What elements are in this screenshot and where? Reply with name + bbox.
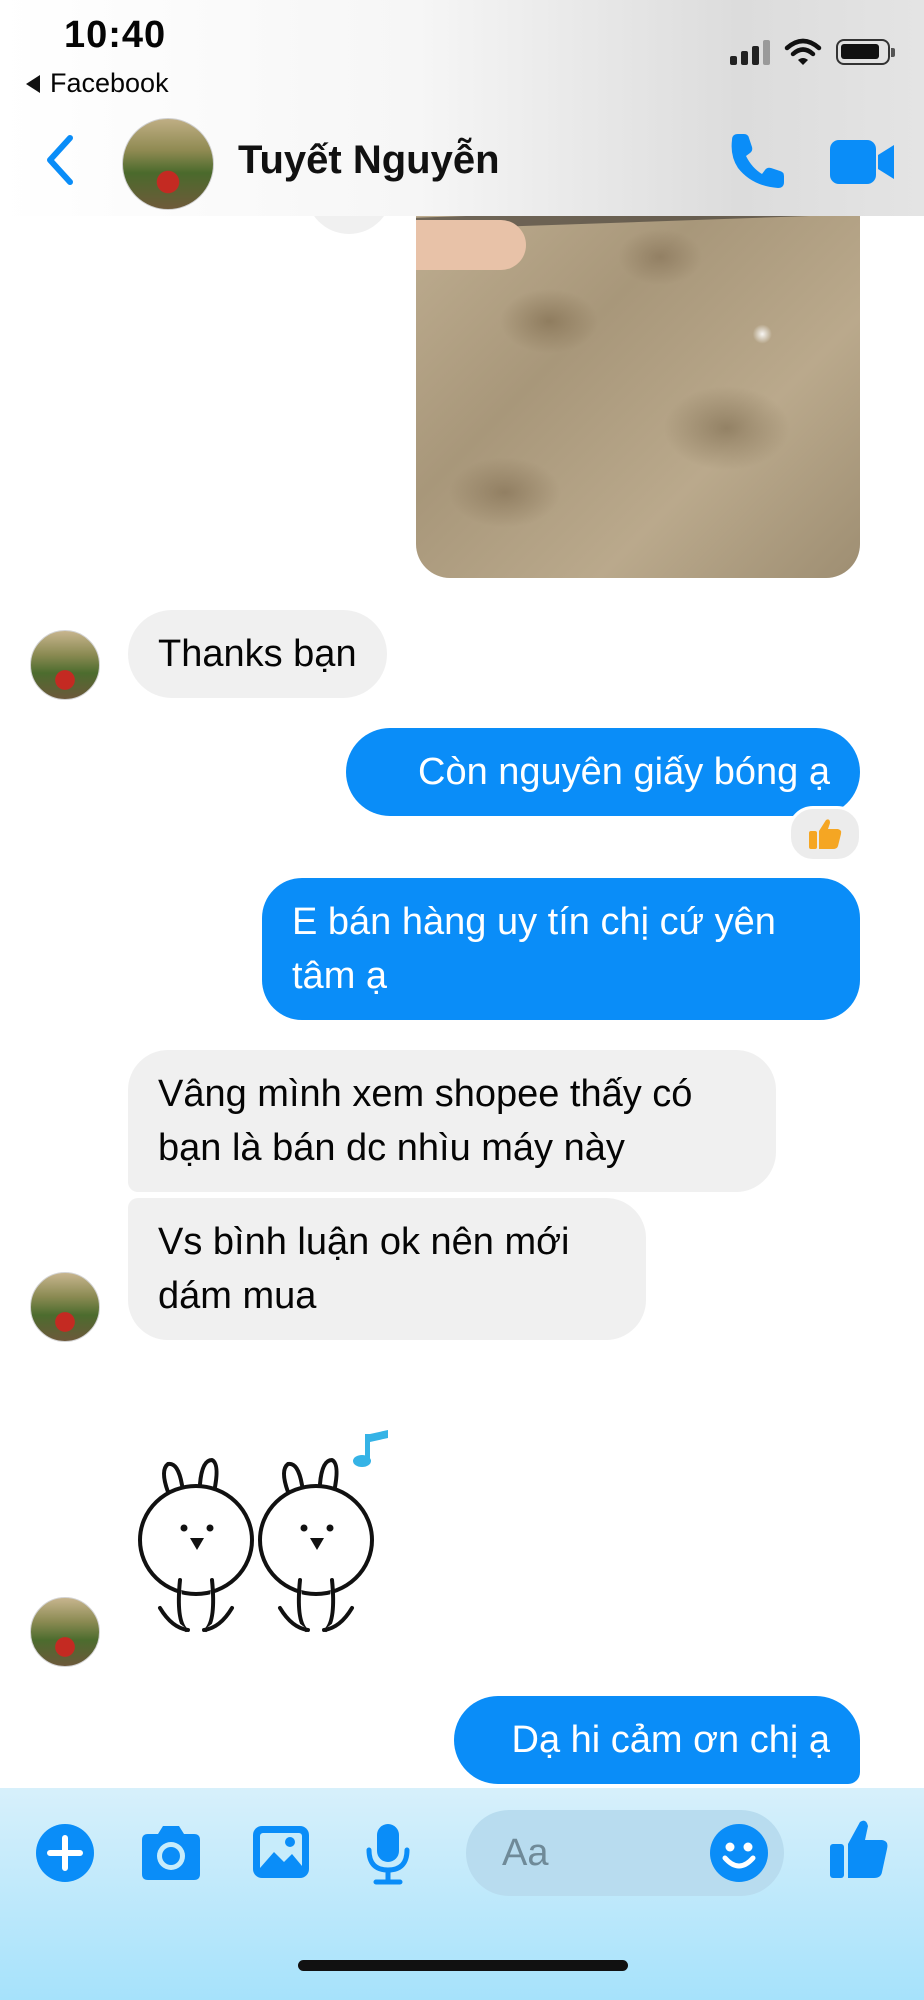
thumbs-up-reaction-icon	[809, 819, 842, 849]
sender-avatar[interactable]	[30, 1597, 100, 1667]
emoji-icon[interactable]	[708, 1822, 770, 1884]
message-text: Thanks bạn	[158, 633, 357, 675]
back-arrow-icon[interactable]	[42, 134, 78, 186]
cellular-signal-icon	[730, 39, 770, 65]
bunny-sticker[interactable]	[138, 1430, 408, 1660]
message-bubble-outgoing[interactable]: E bán hàng uy tín chị cứ yên tâm ạ	[262, 878, 860, 1020]
reaction-badge[interactable]	[788, 806, 862, 862]
message-text: Dạ hi cảm ơn chị ạ	[511, 1719, 831, 1761]
photo-hand	[416, 220, 526, 270]
message-text-line: bạn là bán dc nhìu máy này	[158, 1127, 625, 1169]
battery-icon	[836, 39, 895, 65]
sender-avatar[interactable]	[30, 630, 100, 700]
back-triangle-icon	[26, 74, 40, 93]
sender-avatar[interactable]	[30, 1272, 100, 1342]
message-bubble-incoming[interactable]: Vs bình luận ok nên mới dám mua	[128, 1198, 646, 1340]
status-icons	[730, 38, 895, 66]
message-input[interactable]: Aa	[466, 1810, 784, 1896]
message-bubble-incoming[interactable]: Thanks bạn	[128, 610, 387, 698]
message-bubble-outgoing[interactable]: Còn nguyên giấy bóng ạ	[346, 728, 860, 816]
video-call-icon[interactable]	[828, 138, 898, 186]
message-text-line: E bán hàng uy tín chị cứ yên	[292, 901, 776, 943]
message-text-line: dám mua	[158, 1275, 317, 1317]
status-time: 10:40	[64, 14, 167, 56]
home-indicator	[298, 1960, 628, 1971]
camera-icon[interactable]	[138, 1822, 204, 1882]
microphone-icon[interactable]	[362, 1822, 414, 1886]
phone-call-icon[interactable]	[724, 130, 788, 192]
contact-avatar[interactable]	[122, 118, 214, 210]
like-thumbs-up-icon[interactable]	[826, 1816, 892, 1882]
gallery-icon[interactable]	[250, 1822, 312, 1882]
message-text-line: Vâng mình xem shopee thấy có	[158, 1073, 693, 1115]
back-app-label: Facebook	[50, 68, 169, 98]
message-text-line: Vs bình luận ok nên mới	[158, 1221, 570, 1263]
add-icon[interactable]	[34, 1822, 96, 1884]
back-to-app-link[interactable]: Facebook	[26, 68, 169, 99]
message-bubble-incoming[interactable]: Vâng mình xem shopee thấy có bạn là bán …	[128, 1050, 776, 1192]
message-text-line: tâm ạ	[292, 955, 388, 997]
message-input-placeholder: Aa	[502, 1832, 549, 1874]
top-bar: 10:40 Facebook Tuyết Nguyễn	[0, 0, 924, 216]
wifi-icon	[784, 38, 822, 65]
message-bubble-outgoing[interactable]: Dạ hi cảm ơn chị ạ	[454, 1696, 860, 1784]
music-note-icon	[353, 1430, 388, 1467]
composer-bar: Aa	[0, 1788, 924, 2000]
message-text: Còn nguyên giấy bóng ạ	[418, 751, 830, 793]
contact-name[interactable]: Tuyết Nguyễn	[238, 138, 500, 183]
